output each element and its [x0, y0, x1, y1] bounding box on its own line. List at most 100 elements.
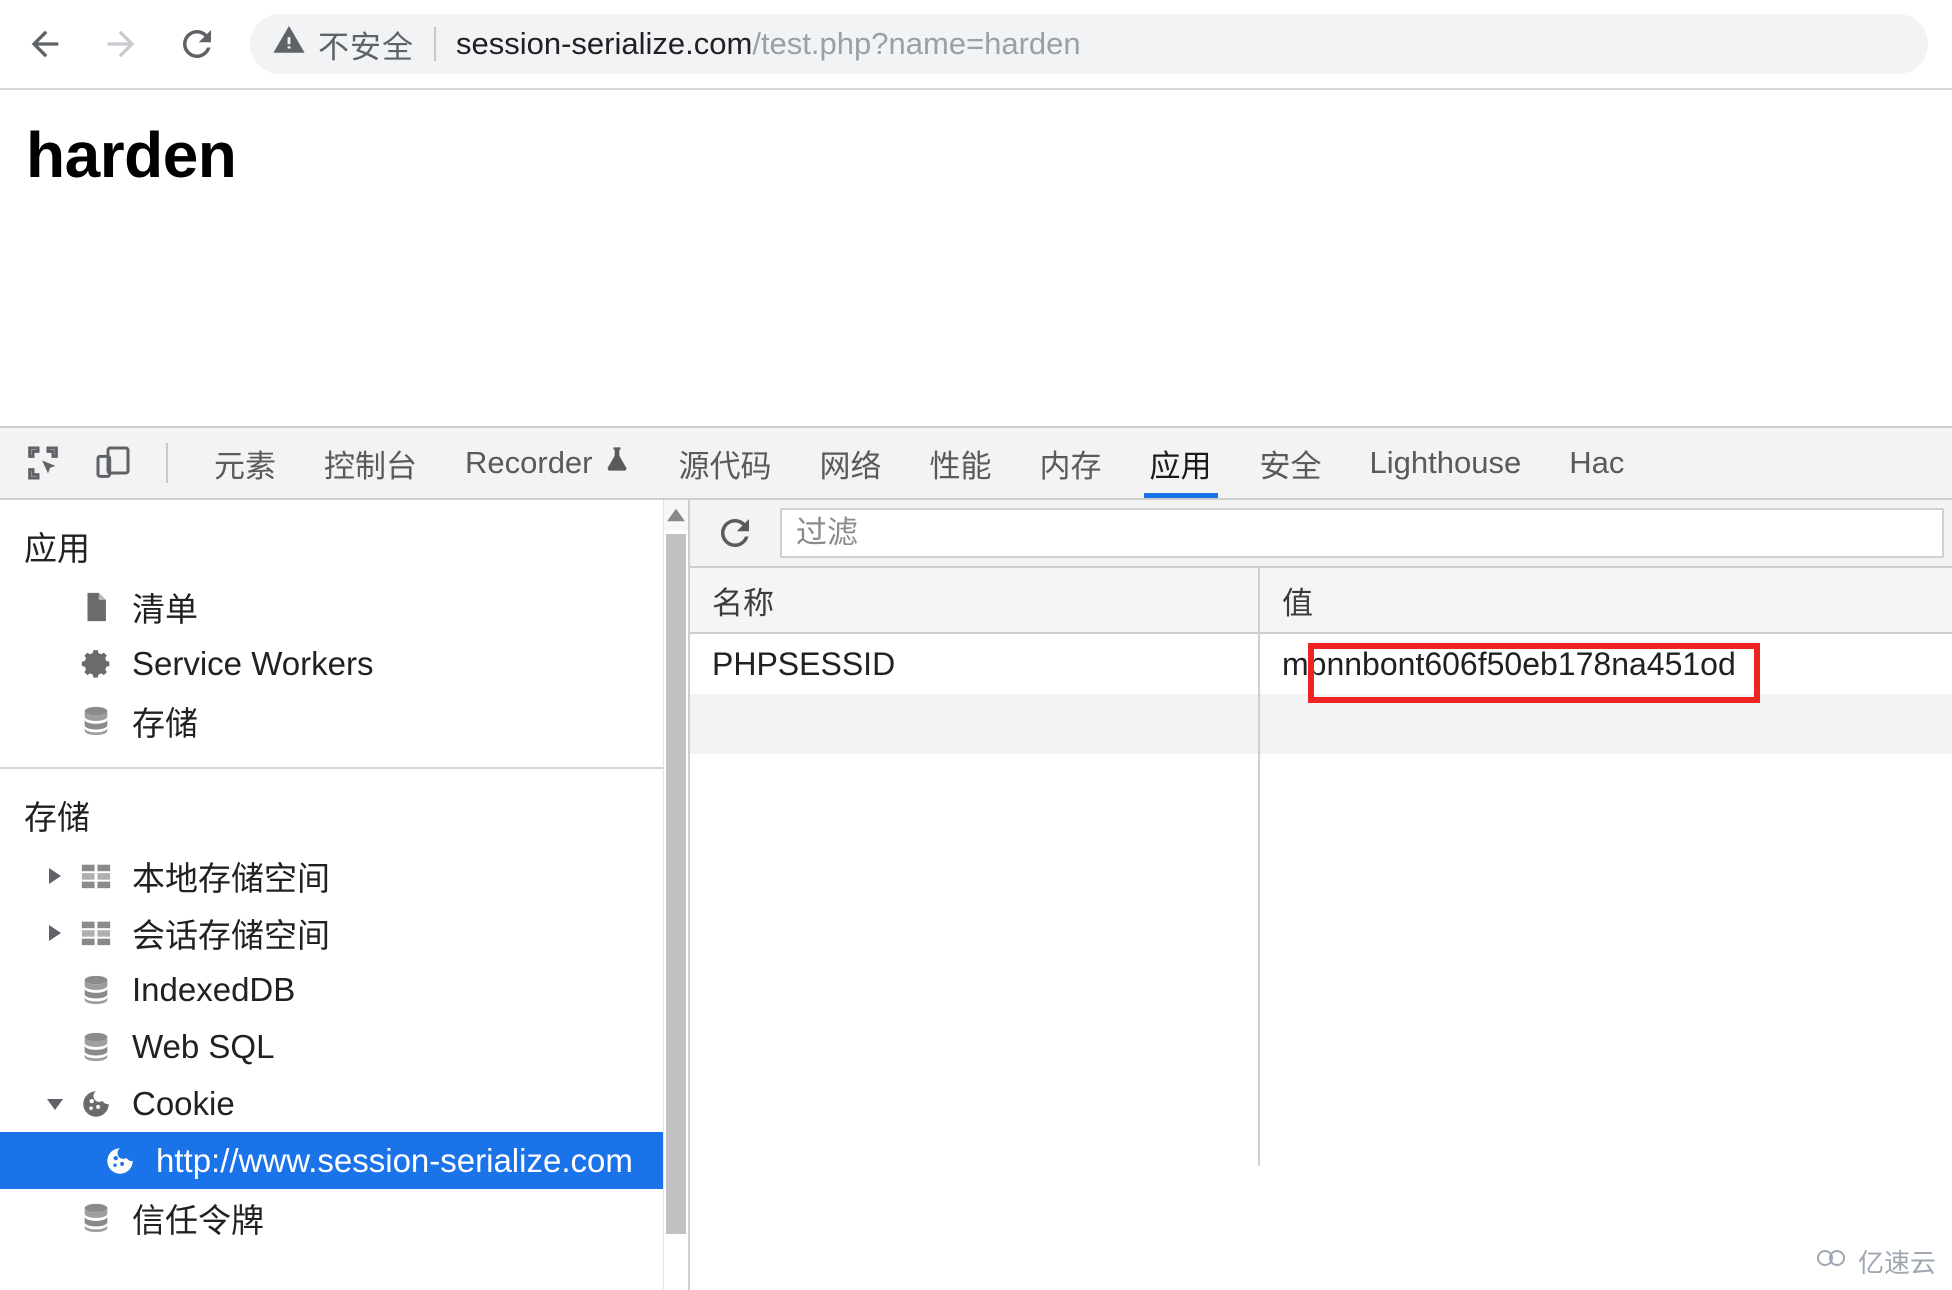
- tab-network[interactable]: 网络: [796, 428, 906, 498]
- table-grid-icon: [74, 916, 118, 950]
- sidebar-scrollbar[interactable]: [663, 500, 688, 1290]
- column-header-value-label: 值: [1282, 585, 1313, 621]
- sidebar-item-trust-tokens[interactable]: 信任令牌: [0, 1189, 688, 1246]
- sidebar-section-storage: 存储: [24, 799, 90, 836]
- tab-elements-label: 元素: [214, 448, 276, 484]
- sidebar-item-cookie[interactable]: Cookie: [0, 1075, 688, 1132]
- tab-application-label: 应用: [1149, 448, 1212, 484]
- column-header-name-label: 名称: [712, 585, 774, 621]
- back-button[interactable]: [14, 13, 76, 75]
- page-viewport: harden: [0, 90, 1952, 426]
- gear-icon: [74, 647, 118, 681]
- sidebar-item-web-sql-label: Web SQL: [132, 1027, 275, 1065]
- sidebar-item-session-storage[interactable]: 会话存储空间: [0, 904, 688, 961]
- forward-button[interactable]: [90, 13, 152, 75]
- sidebar-item-trust-tokens-label: 信任令牌: [132, 1201, 264, 1239]
- tab-performance[interactable]: 性能: [906, 428, 1016, 498]
- sidebar-item-cookie-origin-label: http://www.session-serialize.com: [156, 1141, 633, 1179]
- cell-value: mpnnbont606f50eb178na451od: [1260, 634, 1952, 694]
- table-empty-name-column: [690, 754, 1260, 1166]
- cookie-name-value: [690, 694, 1258, 754]
- cell-name: [690, 694, 1260, 754]
- column-header-name[interactable]: 名称: [690, 568, 1260, 632]
- inspect-element-icon[interactable]: [16, 436, 70, 490]
- security-status-label: 不安全: [318, 29, 414, 65]
- sidebar-item-storage[interactable]: 存储: [0, 692, 688, 749]
- toolbar-divider: [166, 443, 168, 483]
- sidebar-item-cookie-origin[interactable]: http://www.session-serialize.com: [0, 1132, 688, 1189]
- document-icon: [74, 590, 118, 624]
- tab-lighthouse-label: Lighthouse: [1369, 445, 1522, 480]
- devtools-tabbar: 元素 控制台 Recorder 源代码 网络 性能 内存 应用 安全 Light…: [0, 428, 1952, 500]
- chevron-right-icon[interactable]: [40, 923, 70, 943]
- browser-toolbar: 不安全 session-serialize.com/test.php?name=…: [0, 0, 1952, 90]
- table-empty-area: [690, 754, 1952, 1166]
- sidebar-item-session-storage-label: 会话存储空间: [132, 916, 330, 954]
- tab-network-label: 网络: [819, 448, 882, 484]
- sidebar-item-indexeddb-label: IndexedDB: [132, 970, 296, 1008]
- url-host: session-serialize.com: [456, 26, 753, 61]
- scroll-up-arrow-icon[interactable]: [664, 500, 688, 530]
- database-icon: [74, 704, 118, 738]
- sidebar-item-service-workers[interactable]: Service Workers: [0, 635, 688, 692]
- tab-security[interactable]: 安全: [1236, 428, 1346, 498]
- cookies-panel: 名称 值 PHPSESSID mpnnbont606f50eb178na451o…: [688, 500, 1952, 1290]
- cookie-value-value: mpnnbont606f50eb178na451od: [1282, 645, 1736, 682]
- column-header-value[interactable]: 值: [1260, 568, 1952, 632]
- omnibox-divider: [434, 27, 436, 61]
- devtools-panel: 元素 控制台 Recorder 源代码 网络 性能 内存 应用 安全 Light…: [0, 426, 1952, 1290]
- tab-elements[interactable]: 元素: [190, 428, 300, 498]
- tab-sources-label: 源代码: [678, 448, 772, 484]
- device-toolbar-icon[interactable]: [86, 436, 140, 490]
- tab-hackbar-label: Hac: [1569, 445, 1625, 480]
- scrollbar-thumb[interactable]: [666, 534, 686, 1234]
- tab-lighthouse[interactable]: Lighthouse: [1346, 428, 1546, 498]
- tab-application[interactable]: 应用: [1126, 428, 1236, 498]
- cloud-logo-icon: [1816, 1246, 1850, 1277]
- sidebar-item-indexeddb[interactable]: IndexedDB: [0, 961, 688, 1018]
- address-bar[interactable]: 不安全 session-serialize.com/test.php?name=…: [250, 14, 1928, 74]
- cell-value: [1260, 694, 1952, 754]
- filter-input[interactable]: [780, 508, 1944, 558]
- chevron-right-icon[interactable]: [40, 866, 70, 886]
- database-icon: [74, 973, 118, 1007]
- table-row[interactable]: PHPSESSID mpnnbont606f50eb178na451od: [690, 634, 1952, 694]
- sidebar-item-local-storage[interactable]: 本地存储空间: [0, 847, 688, 904]
- refresh-icon[interactable]: [708, 506, 762, 560]
- watermark: 亿速云: [1816, 1243, 1936, 1280]
- sidebar-item-web-sql[interactable]: Web SQL: [0, 1018, 688, 1075]
- cookies-table: 名称 值 PHPSESSID mpnnbont606f50eb178na451o…: [690, 568, 1952, 1166]
- reload-button[interactable]: [166, 13, 228, 75]
- tab-hackbar[interactable]: Hac: [1545, 428, 1648, 498]
- sidebar-item-service-workers-label: Service Workers: [132, 644, 374, 682]
- tab-sources[interactable]: 源代码: [655, 428, 796, 498]
- sidebar-item-manifest[interactable]: 清单: [0, 578, 688, 635]
- cell-name: PHPSESSID: [690, 634, 1260, 694]
- security-status[interactable]: 不安全: [272, 22, 414, 67]
- browser-window: 不安全 session-serialize.com/test.php?name=…: [0, 0, 1952, 1290]
- warning-triangle-icon: [272, 23, 306, 65]
- tab-memory[interactable]: 内存: [1016, 428, 1126, 498]
- application-sidebar: 应用 清单 Service Workers 存储 存储 本地存储空间 会话存储空…: [0, 500, 688, 1290]
- chevron-down-icon[interactable]: [40, 1094, 70, 1114]
- flask-icon: [603, 445, 631, 481]
- tab-recorder[interactable]: Recorder: [441, 428, 655, 498]
- tab-security-label: 安全: [1259, 448, 1322, 484]
- database-icon: [74, 1201, 118, 1235]
- table-row[interactable]: [690, 694, 1952, 754]
- cookies-toolbar: [690, 500, 1952, 568]
- tab-console[interactable]: 控制台: [300, 428, 441, 498]
- url-path: /test.php?name=harden: [752, 26, 1081, 61]
- sidebar-item-cookie-label: Cookie: [132, 1084, 235, 1122]
- cookie-icon: [74, 1087, 118, 1121]
- devtools-body: 应用 清单 Service Workers 存储 存储 本地存储空间 会话存储空…: [0, 500, 1952, 1290]
- cookie-name-value: PHPSESSID: [712, 645, 896, 682]
- tab-console-label: 控制台: [324, 448, 417, 484]
- cookie-icon: [98, 1144, 142, 1178]
- tab-memory-label: 内存: [1039, 448, 1102, 484]
- sidebar-item-local-storage-label: 本地存储空间: [132, 859, 330, 897]
- url-text: session-serialize.com/test.php?name=hard…: [456, 26, 1081, 62]
- sidebar-section-application: 应用: [24, 530, 90, 567]
- cookie-value-value: [1260, 694, 1952, 754]
- sidebar-item-manifest-label: 清单: [132, 590, 198, 628]
